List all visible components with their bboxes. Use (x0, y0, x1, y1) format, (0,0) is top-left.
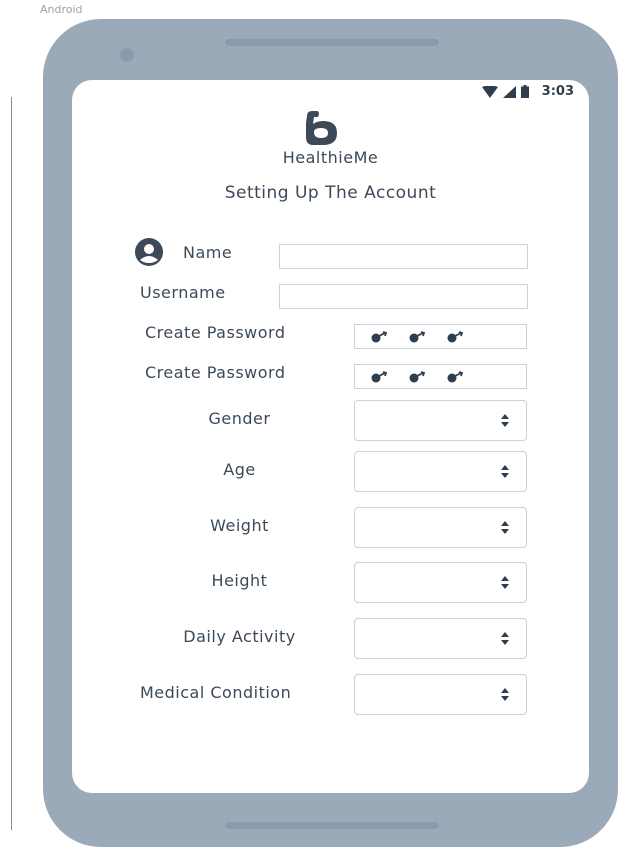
key-icon (447, 370, 464, 382)
app-name: HealthieMe (282, 148, 379, 167)
flexed-arm-icon (306, 111, 337, 145)
height-label: Height (211, 571, 268, 590)
phone-screen: 3:03 HealthieMe Setting Up The Account N… (72, 80, 589, 793)
password-label: Create Password (145, 323, 286, 342)
page-title: Setting Up The Account (224, 183, 437, 203)
medical-condition-select[interactable] (354, 674, 527, 715)
weight-label: Weight (210, 516, 269, 535)
key-icon (371, 370, 388, 382)
age-label: Age (223, 460, 256, 479)
daily-activity-select[interactable] (354, 618, 527, 659)
key-icon (409, 330, 426, 342)
status-bar: 3:03 (481, 84, 574, 99)
age-select[interactable] (354, 451, 527, 492)
name-label: Name (183, 243, 233, 262)
key-icon (371, 330, 388, 342)
daily-activity-label: Daily Activity (183, 627, 296, 646)
phone-frame: 3:03 HealthieMe Setting Up The Account N… (43, 19, 618, 847)
battery-icon (520, 85, 529, 98)
medical-condition-label: Medical Condition (140, 683, 292, 702)
select-arrows-icon (501, 414, 509, 427)
wifi-icon (481, 85, 498, 98)
gender-select[interactable] (354, 400, 527, 441)
name-input[interactable] (279, 244, 528, 269)
select-arrows-icon (501, 632, 509, 645)
weight-select[interactable] (354, 507, 527, 548)
password-input[interactable] (354, 324, 527, 349)
home-indicator (225, 822, 439, 829)
confirm-password-label: Create Password (145, 363, 286, 382)
username-input[interactable] (279, 284, 528, 309)
signal-icon (502, 85, 516, 98)
frame-label: Android (40, 3, 83, 16)
height-select[interactable] (354, 562, 527, 603)
key-icon (447, 330, 464, 342)
divider-line (11, 97, 12, 830)
select-arrows-icon (501, 521, 509, 534)
status-time: 3:03 (541, 84, 574, 99)
gender-label: Gender (208, 409, 271, 428)
username-label: Username (140, 283, 226, 302)
user-icon (135, 238, 163, 266)
confirm-password-input[interactable] (354, 364, 527, 389)
select-arrows-icon (501, 465, 509, 478)
key-icon (409, 370, 426, 382)
select-arrows-icon (501, 576, 509, 589)
canvas: Android 3:03 HealthieMe Setting Up The A… (0, 0, 637, 855)
camera-dot (120, 48, 134, 62)
select-arrows-icon (501, 688, 509, 701)
speaker-bar (225, 39, 439, 46)
